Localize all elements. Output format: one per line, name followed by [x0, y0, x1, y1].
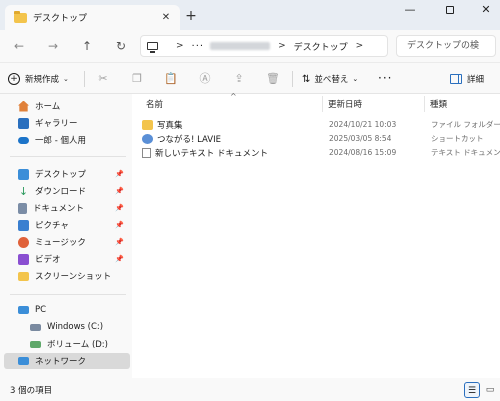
gallery-icon — [18, 117, 29, 129]
details-label: 詳細 — [467, 75, 485, 85]
folder-icon — [18, 271, 29, 281]
forward-button[interactable]: → — [42, 36, 64, 56]
item-count: 3 個の項目 — [10, 386, 53, 396]
new-tab-button[interactable]: + — [182, 7, 200, 25]
sort-ascending-icon: ^ — [230, 92, 237, 101]
rename-icon[interactable]: Ⓐ — [198, 72, 212, 86]
tab-title: デスクトップ — [33, 14, 88, 24]
home-icon — [18, 100, 29, 112]
cut-icon[interactable]: ✂ — [96, 72, 110, 86]
text-file-icon — [142, 147, 151, 158]
sidebar-item-music[interactable]: ミュージック 📌 — [4, 234, 130, 250]
navigation-pane: ホーム ギャラリー 一郎 - 個人用 デスクトップ 📌 ↓ ダウンロード 📌 ド… — [0, 94, 132, 378]
shortcut-icon — [142, 133, 153, 144]
breadcrumb-current[interactable]: デスクトップ — [294, 40, 348, 53]
command-bar: + 新規作成 ⌄ ✂ ❐ 📋 Ⓐ ⇪ 🗑 ⇅ 並べ替え ⌄ ··· 詳細 — [0, 62, 500, 94]
details-view-button[interactable]: ☰ — [464, 382, 480, 398]
sidebar-item-pc[interactable]: PC — [4, 302, 130, 318]
share-icon[interactable]: ⇪ — [232, 72, 246, 86]
paste-icon[interactable]: 📋 — [164, 72, 178, 86]
breadcrumb-redacted[interactable] — [210, 42, 271, 50]
chevron-right-icon[interactable]: > — [356, 41, 364, 51]
folder-icon — [142, 119, 153, 130]
delete-icon[interactable]: 🗑 — [266, 72, 280, 86]
divider — [10, 156, 126, 157]
pc-icon — [147, 42, 158, 53]
videos-icon — [18, 253, 29, 265]
pin-icon[interactable]: 📌 — [115, 187, 124, 195]
sidebar-item-pictures[interactable]: ピクチャ 📌 — [4, 217, 130, 233]
search-input[interactable]: デスクトップの検 — [396, 35, 496, 57]
refresh-button[interactable]: ↻ — [110, 36, 132, 56]
file-list: ^ 名前 更新日時 種類 写真集 2024/10/21 10:03 ファイル フ… — [132, 92, 500, 380]
sidebar-item-videos[interactable]: ビデオ 📌 — [4, 251, 130, 267]
maximize-icon — [446, 6, 454, 14]
pin-icon[interactable]: 📌 — [115, 170, 124, 178]
sidebar-item-screenshots[interactable]: スクリーンショット — [4, 268, 130, 284]
sidebar-item-drive-c[interactable]: Windows (C:) — [4, 319, 130, 335]
new-button[interactable]: + 新規作成 ⌄ — [8, 70, 69, 88]
sidebar-item-drive-d[interactable]: ボリューム (D:) — [4, 336, 130, 352]
divider — [10, 294, 126, 295]
drive-icon — [30, 323, 41, 331]
documents-icon — [18, 202, 27, 214]
pc-icon — [18, 306, 29, 314]
list-item-text-document[interactable]: 新しいテキスト ドキュメント 2024/08/16 15:09 テキスト ドキュ… — [142, 146, 500, 159]
details-pane-icon — [450, 74, 462, 84]
new-label: 新規作成 — [25, 75, 60, 85]
chevron-right-icon: > — [278, 41, 286, 51]
sidebar-item-desktop[interactable]: デスクトップ 📌 — [4, 166, 130, 182]
title-bar: デスクトップ ✕ + — ✕ — [0, 0, 500, 30]
sidebar-item-documents[interactable]: ドキュメント 📌 — [4, 200, 130, 216]
download-icon: ↓ — [18, 184, 29, 198]
sidebar-item-downloads[interactable]: ↓ ダウンロード 📌 — [4, 183, 130, 199]
column-header-date[interactable]: 更新日時 — [328, 98, 362, 112]
pin-icon[interactable]: 📌 — [115, 221, 124, 229]
folder-icon — [14, 10, 27, 23]
tab-desktop[interactable]: デスクトップ ✕ — [5, 5, 180, 30]
column-header-name[interactable]: 名前 — [146, 98, 163, 112]
up-button[interactable]: ↑ — [76, 36, 98, 56]
pin-icon[interactable]: 📌 — [115, 204, 124, 212]
maximize-button[interactable] — [432, 0, 468, 22]
divider — [292, 71, 293, 87]
sidebar-item-home[interactable]: ホーム — [4, 98, 130, 114]
music-icon — [18, 236, 29, 248]
drive-icon — [30, 340, 41, 348]
status-bar: 3 個の項目 ☰ ▭ — [0, 378, 500, 401]
pin-icon[interactable]: 📌 — [115, 255, 124, 263]
more-options-button[interactable]: ··· — [378, 71, 392, 85]
chevron-down-icon: ⌄ — [63, 75, 69, 83]
chevron-right-icon: > — [176, 41, 184, 51]
navigation-bar: ← → ↑ ↻ > ··· > デスクトップ > デスクトップの検 — [0, 30, 500, 62]
breadcrumb-more[interactable]: ··· — [192, 41, 205, 52]
pin-icon[interactable]: 📌 — [115, 238, 124, 246]
sort-label: 並べ替え — [314, 75, 349, 85]
back-button[interactable]: ← — [8, 36, 30, 56]
details-pane-button[interactable]: 詳細 — [450, 70, 484, 88]
column-divider[interactable] — [322, 96, 323, 112]
desktop-icon — [18, 168, 29, 180]
plus-icon: + — [8, 73, 20, 85]
sort-button[interactable]: ⇅ 並べ替え ⌄ — [302, 70, 358, 88]
sidebar-item-gallery[interactable]: ギャラリー — [4, 115, 130, 131]
copy-icon[interactable]: ❐ — [130, 72, 144, 86]
network-icon — [18, 357, 29, 365]
column-divider[interactable] — [424, 96, 425, 112]
sidebar-item-onedrive[interactable]: 一郎 - 個人用 — [4, 132, 130, 148]
list-item-photos[interactable]: 写真集 2024/10/21 10:03 ファイル フォルダー — [142, 118, 500, 131]
chevron-down-icon: ⌄ — [352, 75, 359, 83]
sidebar-item-network[interactable]: ネットワーク — [4, 353, 130, 369]
close-tab-icon[interactable]: ✕ — [158, 12, 174, 23]
large-icons-view-button[interactable]: ▭ — [482, 382, 498, 398]
minimize-button[interactable]: — — [392, 0, 428, 22]
address-bar[interactable]: > ··· > デスクトップ > — [140, 35, 388, 57]
pictures-icon — [18, 219, 29, 231]
cloud-icon — [18, 136, 29, 144]
column-header-type[interactable]: 種類 — [430, 98, 447, 112]
list-item-shortcut[interactable]: つながる! LAVIE 2025/03/05 8:54 ショートカット — [142, 132, 500, 145]
divider — [84, 71, 85, 87]
sort-icon: ⇅ — [302, 73, 311, 85]
close-window-button[interactable]: ✕ — [468, 0, 500, 22]
